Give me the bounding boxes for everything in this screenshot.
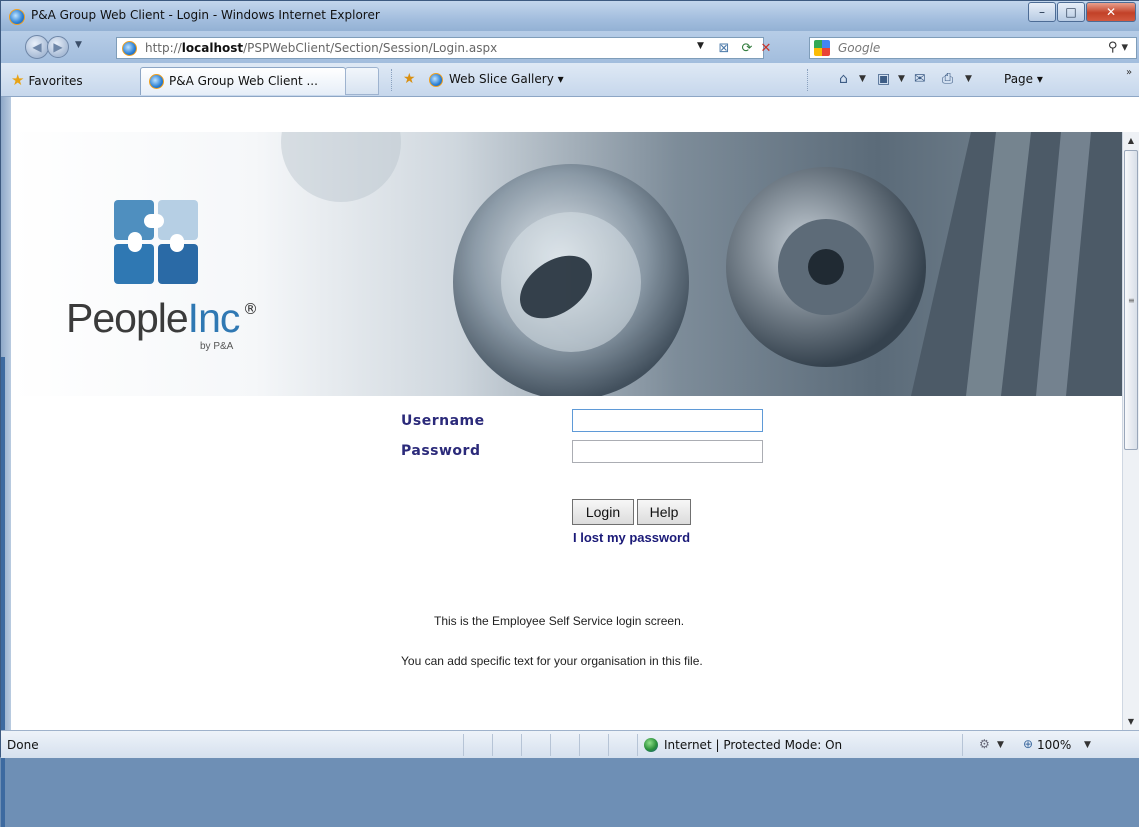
- toolbar-overflow-chevron[interactable]: »: [1126, 67, 1132, 78]
- home-icon[interactable]: ⌂: [839, 71, 848, 87]
- address-bar[interactable]: http://localhost/PSPWebClient/Section/Se…: [116, 37, 771, 59]
- help-button[interactable]: Help: [637, 499, 691, 525]
- toolbar-separator: [807, 69, 808, 91]
- tab-label: P&A Group Web Client ...: [169, 74, 318, 88]
- url-prefix: http://: [145, 41, 182, 55]
- internet-zone-globe-icon: [644, 738, 658, 752]
- zoom-level[interactable]: 100%: [1037, 738, 1071, 752]
- url-host: localhost: [181, 41, 244, 55]
- security-zone-text[interactable]: Internet | Protected Mode: On: [664, 738, 842, 752]
- browser-tab[interactable]: P&A Group Web Client ...: [140, 67, 346, 95]
- info-text-1: This is the Employee Self Service login …: [434, 614, 685, 628]
- scroll-up-arrow-icon[interactable]: ▲: [1123, 132, 1139, 149]
- favorites-button[interactable]: ★ Favorites: [5, 69, 89, 91]
- add-to-favorites-bar-icon[interactable]: ★: [403, 71, 416, 87]
- login-button[interactable]: Login: [572, 499, 634, 525]
- lost-password-link[interactable]: I lost my password: [573, 530, 690, 545]
- page-menu[interactable]: Page ▾: [1004, 72, 1043, 86]
- window-title: P&A Group Web Client - Login - Windows I…: [31, 8, 380, 22]
- scrollbar-thumb[interactable]: ≡: [1124, 150, 1138, 450]
- recent-pages-dropdown[interactable]: ▼: [75, 40, 82, 50]
- tab-ie-icon: [149, 74, 164, 89]
- content-top-margin: [11, 97, 1139, 132]
- page-content: PeopleInc ® by P&A Username Password Log…: [11, 132, 1122, 730]
- home-dropdown[interactable]: ▼: [859, 74, 866, 84]
- zoom-dropdown[interactable]: ▼: [1084, 740, 1091, 750]
- username-label: Username: [401, 413, 485, 429]
- search-placeholder: Google: [838, 41, 881, 55]
- compatibility-view-icon[interactable]: ⊠: [715, 40, 733, 57]
- maximize-button[interactable]: □: [1057, 2, 1085, 22]
- medium-gear: [726, 167, 926, 367]
- brand-inc: Inc: [187, 295, 241, 341]
- username-field[interactable]: [572, 409, 763, 432]
- favorites-bar: ★ Favorites P&A Group Web Client ... ★ We…: [1, 63, 1139, 97]
- feeds-icon[interactable]: ▣: [877, 71, 890, 87]
- zoom-magnifier-icon[interactable]: ⊕: [1023, 737, 1033, 751]
- browser-window: P&A Group Web Client - Login - Windows I…: [0, 0, 1139, 827]
- title-bar: P&A Group Web Client - Login - Windows I…: [1, 1, 1139, 31]
- status-bar: Done Internet | Protected Mode: On ⚙ ▼ ⊕…: [1, 730, 1139, 758]
- star-icon: ★: [11, 71, 25, 89]
- header-banner: PeopleInc ® by P&A: [11, 132, 1122, 396]
- security-dropdown[interactable]: ▼: [997, 740, 1004, 750]
- top-left-gear: [281, 132, 401, 202]
- close-button[interactable]: ✕: [1086, 2, 1136, 22]
- address-toolbar: ◀ ▶ ▼ http://localhost/PSPWebClient/Sect…: [1, 31, 1139, 63]
- new-tab-button[interactable]: [345, 67, 379, 95]
- search-box[interactable]: Google ⚲ ▾: [809, 37, 1137, 59]
- back-button[interactable]: ◀: [25, 35, 49, 59]
- peopleinc-logo-icon: [114, 200, 198, 284]
- web-slice-ie-icon: [429, 73, 443, 87]
- ie-logo-icon: [9, 9, 25, 25]
- scroll-down-arrow-icon[interactable]: ▼: [1123, 713, 1139, 730]
- web-slice-gallery-link[interactable]: Web Slice Gallery ▾: [449, 72, 564, 86]
- vertical-scrollbar[interactable]: ▲ ≡ ▼: [1122, 132, 1139, 730]
- right-gear: [911, 132, 1122, 396]
- minimize-button[interactable]: –: [1028, 2, 1056, 22]
- add-on-security-icon[interactable]: ⚙: [979, 737, 990, 751]
- brand-registered-mark: ®: [243, 300, 258, 318]
- brand-wordmark: PeopleInc: [66, 295, 241, 342]
- brand-people: People: [66, 295, 189, 341]
- refresh-icon[interactable]: ⟳: [738, 40, 756, 57]
- brand-byline: by P&A: [200, 341, 234, 352]
- large-gear: [453, 164, 689, 396]
- forward-button[interactable]: ▶: [47, 36, 69, 58]
- google-logo-icon: [814, 40, 830, 56]
- info-text-2: You can add specific text for your organ…: [401, 654, 703, 668]
- status-text: Done: [7, 738, 39, 752]
- favorites-label: Favorites: [28, 74, 83, 88]
- search-icon[interactable]: ⚲ ▾: [1108, 40, 1128, 55]
- url-text[interactable]: http://localhost/PSPWebClient/Section/Se…: [145, 41, 497, 55]
- feeds-dropdown[interactable]: ▼: [898, 74, 905, 84]
- grip-icon: ≡: [1128, 296, 1135, 305]
- window-left-edge: [1, 97, 11, 827]
- page-icon: [122, 41, 137, 56]
- stop-icon[interactable]: ✕: [757, 40, 775, 57]
- print-dropdown[interactable]: ▼: [965, 74, 972, 84]
- url-path: /PSPWebClient/Section/Session/Login.aspx: [243, 41, 498, 55]
- password-label: Password: [401, 443, 481, 459]
- address-dropdown-arrow[interactable]: ▼: [697, 41, 704, 51]
- password-field[interactable]: [572, 440, 763, 463]
- read-mail-icon[interactable]: ✉: [914, 71, 926, 87]
- toolbar-separator: [391, 69, 392, 91]
- print-icon[interactable]: ⎙: [942, 71, 953, 87]
